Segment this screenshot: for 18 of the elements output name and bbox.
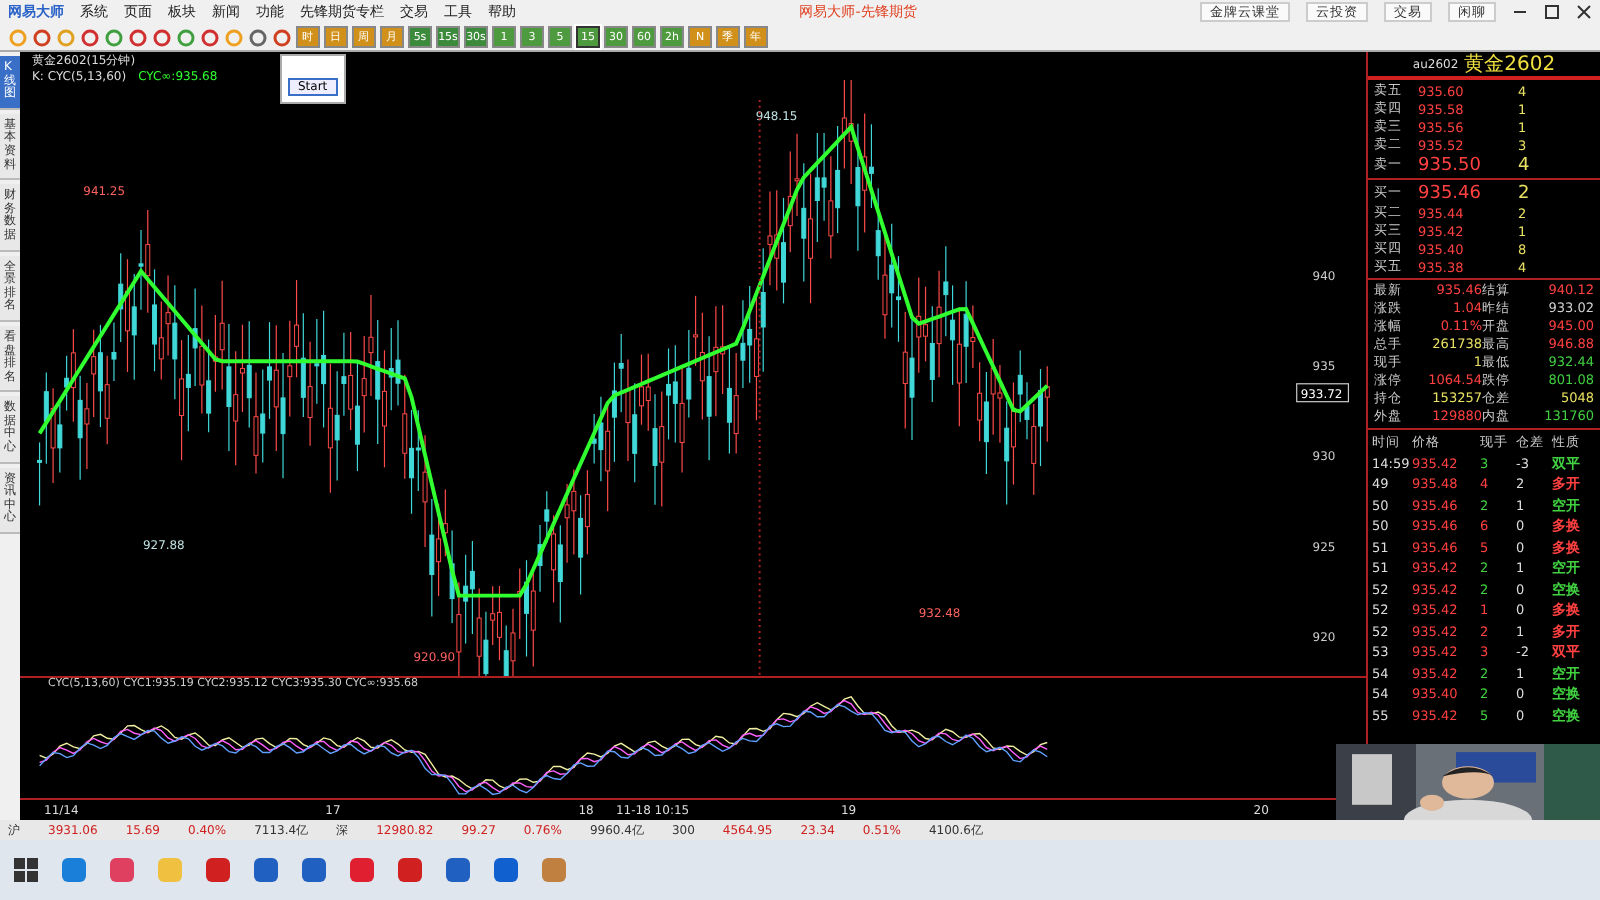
- bid-volume: 2: [1518, 183, 1532, 203]
- taskbar-app-icon[interactable]: [444, 856, 472, 884]
- windows-start-icon[interactable]: [12, 856, 40, 884]
- taskbar-app-icon[interactable]: [108, 856, 136, 884]
- taskbar-app-icon[interactable]: [204, 856, 232, 884]
- taskbar-app-icon[interactable]: [348, 856, 376, 884]
- taskbar-app-icon[interactable]: [300, 856, 328, 884]
- taskbar-app-icon[interactable]: [60, 856, 88, 884]
- maximize-icon[interactable]: [1544, 4, 1560, 20]
- taskbar-app-icon[interactable]: [492, 856, 520, 884]
- taskbar-app-icon[interactable]: [396, 856, 424, 884]
- contract-name: 黄金2602: [1464, 51, 1556, 78]
- bid-price: 935.46: [1418, 183, 1483, 203]
- close-icon[interactable]: [1576, 4, 1592, 20]
- taskbar-app-icon[interactable]: [252, 856, 280, 884]
- ask-volume: 4: [1518, 155, 1532, 175]
- taskbar-app-icon[interactable]: [540, 856, 568, 884]
- ask-price: 935.50: [1418, 155, 1483, 175]
